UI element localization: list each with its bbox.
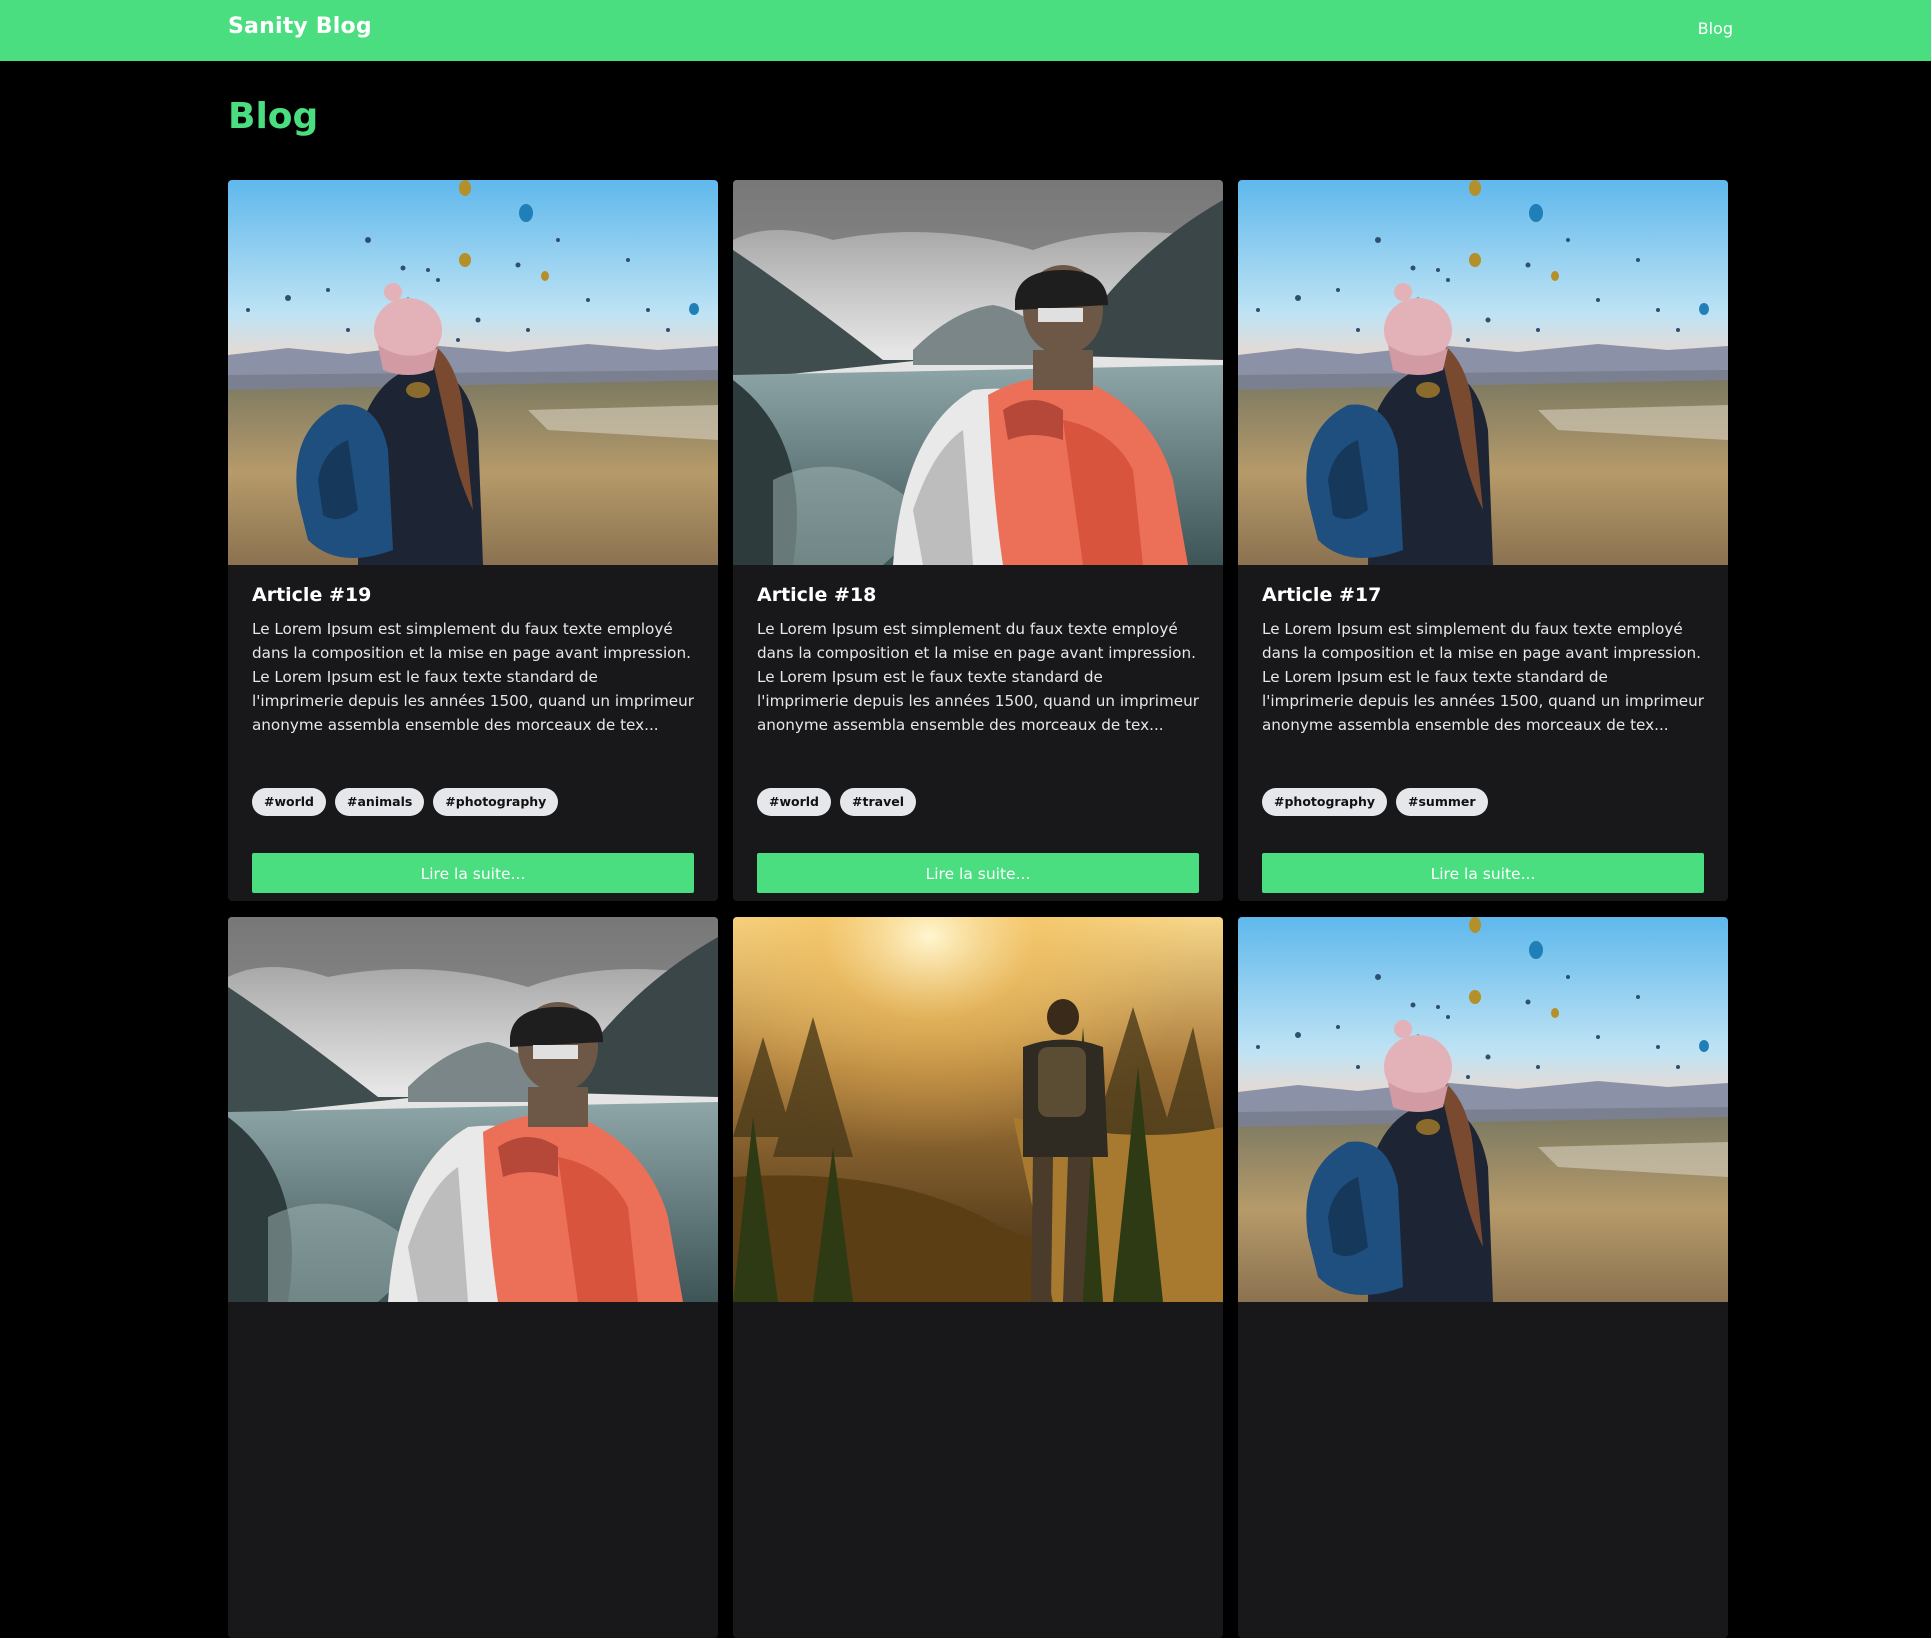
read-more-button[interactable]: Lire la suite... <box>252 853 694 893</box>
card-image-woman-balloons[interactable] <box>228 180 718 565</box>
tag-animals[interactable]: #animals <box>335 788 425 816</box>
brand-link[interactable]: Sanity Blog <box>228 14 372 39</box>
card-image-woman-balloons[interactable] <box>1238 917 1728 1302</box>
read-more-button[interactable]: Lire la suite... <box>757 853 1199 893</box>
blog-grid: Article #19 Le Lorem Ipsum est simplemen… <box>228 180 1733 1638</box>
tag-world[interactable]: #world <box>252 788 327 816</box>
blog-card <box>733 917 1223 1638</box>
card-image-hiker-lake[interactable] <box>228 917 718 1302</box>
blog-card <box>228 917 718 1638</box>
tag-list: #world #animals #photography <box>252 788 559 816</box>
blog-card: Article #19 Le Lorem Ipsum est simplemen… <box>228 180 718 901</box>
read-more-button[interactable]: Lire la suite... <box>1262 853 1704 893</box>
card-body: Article #17 Le Lorem Ipsum est simplemen… <box>1238 565 1728 737</box>
card-excerpt: Le Lorem Ipsum est simplement du faux te… <box>757 620 1199 734</box>
tag-list: #world #travel <box>757 788 916 816</box>
card-title[interactable]: Article #19 <box>252 583 694 607</box>
blog-card: Article #17 Le Lorem Ipsum est simplemen… <box>1238 180 1728 901</box>
nav-link-blog[interactable]: Blog <box>1698 19 1733 38</box>
card-title[interactable]: Article #17 <box>1262 583 1704 607</box>
tag-photography[interactable]: #photography <box>433 788 559 816</box>
card-image-hiker-lake[interactable] <box>733 180 1223 565</box>
card-body: Article #19 Le Lorem Ipsum est simplemen… <box>228 565 718 737</box>
tag-photography[interactable]: #photography <box>1262 788 1388 816</box>
blog-card: Article #18 Le Lorem Ipsum est simplemen… <box>733 180 1223 901</box>
tag-travel[interactable]: #travel <box>840 788 916 816</box>
card-body: Article #18 Le Lorem Ipsum est simplemen… <box>733 565 1223 737</box>
tag-summer[interactable]: #summer <box>1396 788 1488 816</box>
page-title: Blog <box>228 96 319 137</box>
card-excerpt: Le Lorem Ipsum est simplement du faux te… <box>1262 620 1704 734</box>
card-excerpt: Le Lorem Ipsum est simplement du faux te… <box>252 620 694 734</box>
blog-card <box>1238 917 1728 1638</box>
top-navbar: Sanity Blog Blog <box>0 0 1931 61</box>
card-image-woman-balloons[interactable] <box>1238 180 1728 565</box>
tag-world[interactable]: #world <box>757 788 832 816</box>
card-image-hiker-forest[interactable] <box>733 917 1223 1302</box>
card-title[interactable]: Article #18 <box>757 583 1199 607</box>
tag-list: #photography #summer <box>1262 788 1488 816</box>
